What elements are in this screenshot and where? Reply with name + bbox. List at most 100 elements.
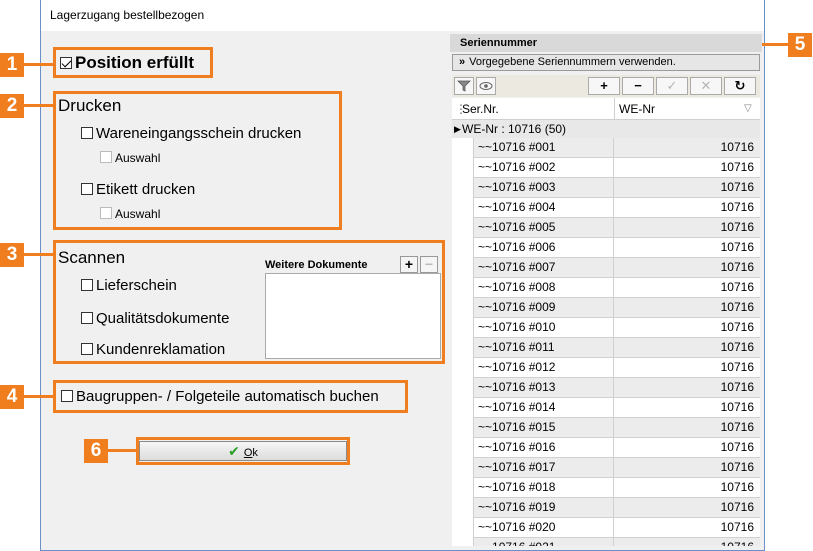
wareneingang-box[interactable]	[81, 127, 93, 139]
remove-serial-button[interactable]: −	[622, 77, 654, 95]
lieferschein-box[interactable]	[81, 279, 93, 291]
view-icon[interactable]	[476, 77, 496, 95]
row-indicator[interactable]	[452, 258, 474, 278]
row-indicator[interactable]	[452, 238, 474, 258]
cell-sernr[interactable]: ~~10716 #020	[474, 518, 614, 538]
cell-sernr[interactable]: ~~10716 #019	[474, 498, 614, 518]
row-indicator[interactable]	[452, 398, 474, 418]
cell-wenr[interactable]: 10716	[614, 318, 760, 338]
cell-sernr[interactable]: ~~10716 #018	[474, 478, 614, 498]
table-row[interactable]: ~~10716 #006 10716	[452, 238, 760, 258]
column-header-wenr[interactable]: WE-Nr	[619, 98, 655, 120]
cell-sernr[interactable]: ~~10716 #015	[474, 418, 614, 438]
cell-sernr[interactable]: ~~10716 #008	[474, 278, 614, 298]
table-row[interactable]: ~~10716 #016 10716	[452, 438, 760, 458]
cell-wenr[interactable]: 10716	[614, 158, 760, 178]
table-row[interactable]: ~~10716 #019 10716	[452, 498, 760, 518]
etikett-box[interactable]	[81, 183, 93, 195]
cancel-serial-button[interactable]: ✕	[690, 77, 722, 95]
auswahl-2-box[interactable]	[100, 207, 112, 219]
cell-wenr[interactable]: 10716	[614, 298, 760, 318]
table-row[interactable]: ~~10716 #02110716	[452, 538, 760, 546]
cell-sernr[interactable]: ~~10716 #011	[474, 338, 614, 358]
cell-sernr[interactable]: ~~10716 #005	[474, 218, 614, 238]
cell-wenr[interactable]: 10716	[614, 138, 760, 158]
refresh-serial-button[interactable]: ↻	[724, 77, 756, 95]
weitere-dokumente-list[interactable]	[265, 273, 441, 359]
cell-sernr[interactable]: ~~10716 #003	[474, 178, 614, 198]
cell-wenr[interactable]: 10716	[614, 338, 760, 358]
row-indicator[interactable]	[452, 498, 474, 518]
table-row[interactable]: ~~10716 #007 10716	[452, 258, 760, 278]
baugruppen-checkbox[interactable]: Baugruppen- / Folgeteile automatisch buc…	[61, 388, 379, 405]
table-row[interactable]: ~~10716 #008 10716	[452, 278, 760, 298]
row-indicator[interactable]	[452, 478, 474, 498]
auswahl-1-box[interactable]	[100, 151, 112, 163]
add-serial-button[interactable]: +	[588, 77, 620, 95]
cell-wenr[interactable]: 10716	[614, 358, 760, 378]
cell-sernr[interactable]: ~~10716 #014	[474, 398, 614, 418]
group-row[interactable]: ▶ WE-Nr : 10716 (50)	[452, 120, 760, 138]
cell-wenr[interactable]: 10716	[614, 258, 760, 278]
row-indicator[interactable]	[452, 438, 474, 458]
row-indicator[interactable]	[452, 518, 474, 538]
cell-wenr[interactable]: 10716	[614, 278, 760, 298]
cell-sernr[interactable]: ~~10716 #017	[474, 458, 614, 478]
cell-wenr[interactable]: 10716	[614, 198, 760, 218]
cell-wenr[interactable]: 10716	[614, 178, 760, 198]
cell-wenr[interactable]: 10716	[614, 378, 760, 398]
table-row[interactable]: ~~10716 #004 10716	[452, 198, 760, 218]
lieferschein-checkbox[interactable]: Lieferschein	[81, 277, 177, 294]
row-indicator[interactable]	[452, 198, 474, 218]
table-row[interactable]: ~~10716 #001 10716	[452, 138, 760, 158]
table-row[interactable]: ~~10716 #005 10716	[452, 218, 760, 238]
table-row[interactable]: ~~10716 #002 10716	[452, 158, 760, 178]
position-erfuellt-checkbox[interactable]: Position erfüllt	[60, 53, 194, 73]
filter-icon[interactable]	[454, 77, 474, 95]
cell-sernr[interactable]: ~~10716 #006	[474, 238, 614, 258]
cell-wenr[interactable]: 10716	[614, 518, 760, 538]
row-indicator[interactable]	[452, 278, 474, 298]
position-checkbox-box[interactable]	[60, 57, 72, 69]
row-indicator[interactable]	[452, 298, 474, 318]
row-indicator[interactable]	[452, 338, 474, 358]
row-indicator[interactable]	[452, 218, 474, 238]
cell-sernr[interactable]: ~~10716 #002	[474, 158, 614, 178]
cell-wenr[interactable]: 10716	[614, 218, 760, 238]
cell-wenr[interactable]: 10716	[614, 438, 760, 458]
table-row[interactable]: ~~10716 #017 10716	[452, 458, 760, 478]
cell-sernr[interactable]: ~~10716 #001	[474, 138, 614, 158]
ok-button[interactable]: ✔ Ok	[139, 441, 347, 461]
row-indicator[interactable]	[452, 538, 474, 546]
cell-wenr[interactable]: 10716	[614, 238, 760, 258]
table-row[interactable]: ~~10716 #012 10716	[452, 358, 760, 378]
cell-wenr[interactable]: 10716	[614, 458, 760, 478]
row-indicator[interactable]	[452, 318, 474, 338]
kundenreklamation-checkbox[interactable]: Kundenreklamation	[81, 341, 225, 358]
baugruppen-box[interactable]	[61, 390, 73, 402]
confirm-serial-button[interactable]: ✓	[656, 77, 688, 95]
table-row[interactable]: ~~10716 #014 10716	[452, 398, 760, 418]
cell-wenr[interactable]: 10716	[614, 478, 760, 498]
vorgegebene-seriennummern-button[interactable]: » Vorgegebene Seriennummern verwenden.	[452, 54, 760, 71]
row-indicator[interactable]	[452, 158, 474, 178]
row-indicator[interactable]	[452, 418, 474, 438]
cell-sernr[interactable]: ~~10716 #021	[474, 538, 614, 546]
wareneingangsschein-checkbox[interactable]: Wareneingangsschein drucken	[81, 125, 301, 142]
auswahl-1-checkbox[interactable]: Auswahl	[100, 151, 160, 165]
row-indicator[interactable]	[452, 138, 474, 158]
add-document-button[interactable]: +	[400, 256, 418, 273]
table-row[interactable]: ~~10716 #009 10716	[452, 298, 760, 318]
qualitaet-box[interactable]	[81, 312, 93, 324]
cell-sernr[interactable]: ~~10716 #009	[474, 298, 614, 318]
cell-wenr[interactable]: 10716	[614, 398, 760, 418]
table-row[interactable]: ~~10716 #020 10716	[452, 518, 760, 538]
cell-sernr[interactable]: ~~10716 #007	[474, 258, 614, 278]
qualitaetsdokumente-checkbox[interactable]: Qualitätsdokumente	[81, 310, 229, 327]
table-row[interactable]: ~~10716 #018 10716	[452, 478, 760, 498]
cell-sernr[interactable]: ~~10716 #016	[474, 438, 614, 458]
row-indicator[interactable]	[452, 378, 474, 398]
cell-sernr[interactable]: ~~10716 #013	[474, 378, 614, 398]
etikett-checkbox[interactable]: Etikett drucken	[81, 181, 195, 198]
table-row[interactable]: ~~10716 #011 10716	[452, 338, 760, 358]
